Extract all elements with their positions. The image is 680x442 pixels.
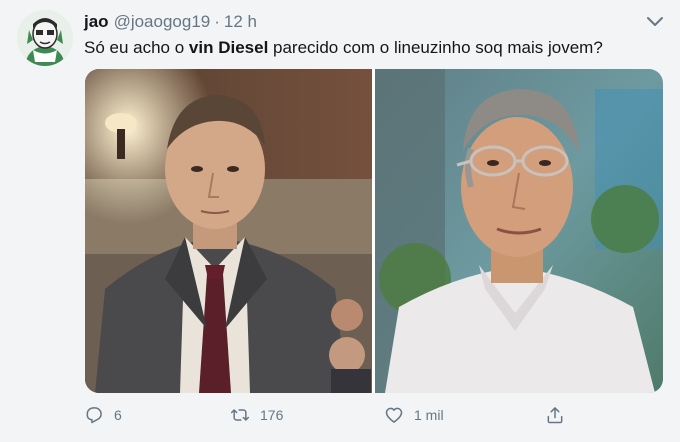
tweet-media[interactable]: [85, 69, 663, 393]
author-handle[interactable]: @joaogog19: [114, 12, 211, 32]
like-button[interactable]: 1 mil: [384, 400, 444, 430]
tweet-timestamp[interactable]: 12 h: [224, 12, 257, 32]
tweet-header: jao @joaogog19 · 12 h: [84, 12, 257, 34]
retweet-button[interactable]: 176: [230, 400, 283, 430]
photo-right-image: [375, 69, 663, 393]
author-name[interactable]: jao: [84, 12, 109, 32]
avatar-image: [17, 10, 73, 66]
retweet-count: 176: [260, 407, 284, 423]
tweet-text-start: Só eu acho o: [84, 38, 189, 57]
tweet-text-end: parecido com o lineuzinho soq mais jovem…: [268, 38, 603, 57]
tweet: jao @joaogog19 · 12 h Só eu acho o vin D…: [0, 0, 680, 442]
chevron-down-icon: [647, 17, 663, 26]
photo-left[interactable]: [85, 69, 372, 393]
separator-dot: ·: [214, 12, 220, 31]
photo-right[interactable]: [375, 69, 663, 393]
reply-count: 6: [114, 407, 122, 423]
retweet-icon: [230, 409, 250, 421]
tweet-menu-button[interactable]: [646, 14, 664, 28]
tweet-text-bold: vin Diesel: [188, 38, 269, 57]
like-count: 1 mil: [414, 407, 444, 423]
tweet-text: Só eu acho o vin Diesel parecido com o l…: [84, 38, 603, 58]
heart-icon: [385, 407, 403, 423]
share-button[interactable]: [545, 400, 565, 430]
photo-left-image: [85, 69, 372, 393]
reply-button[interactable]: 6: [84, 400, 122, 430]
tweet-actions: 6 176 1 mil: [84, 400, 584, 430]
share-icon: [547, 407, 563, 424]
avatar[interactable]: [17, 10, 73, 66]
reply-icon: [86, 407, 102, 424]
